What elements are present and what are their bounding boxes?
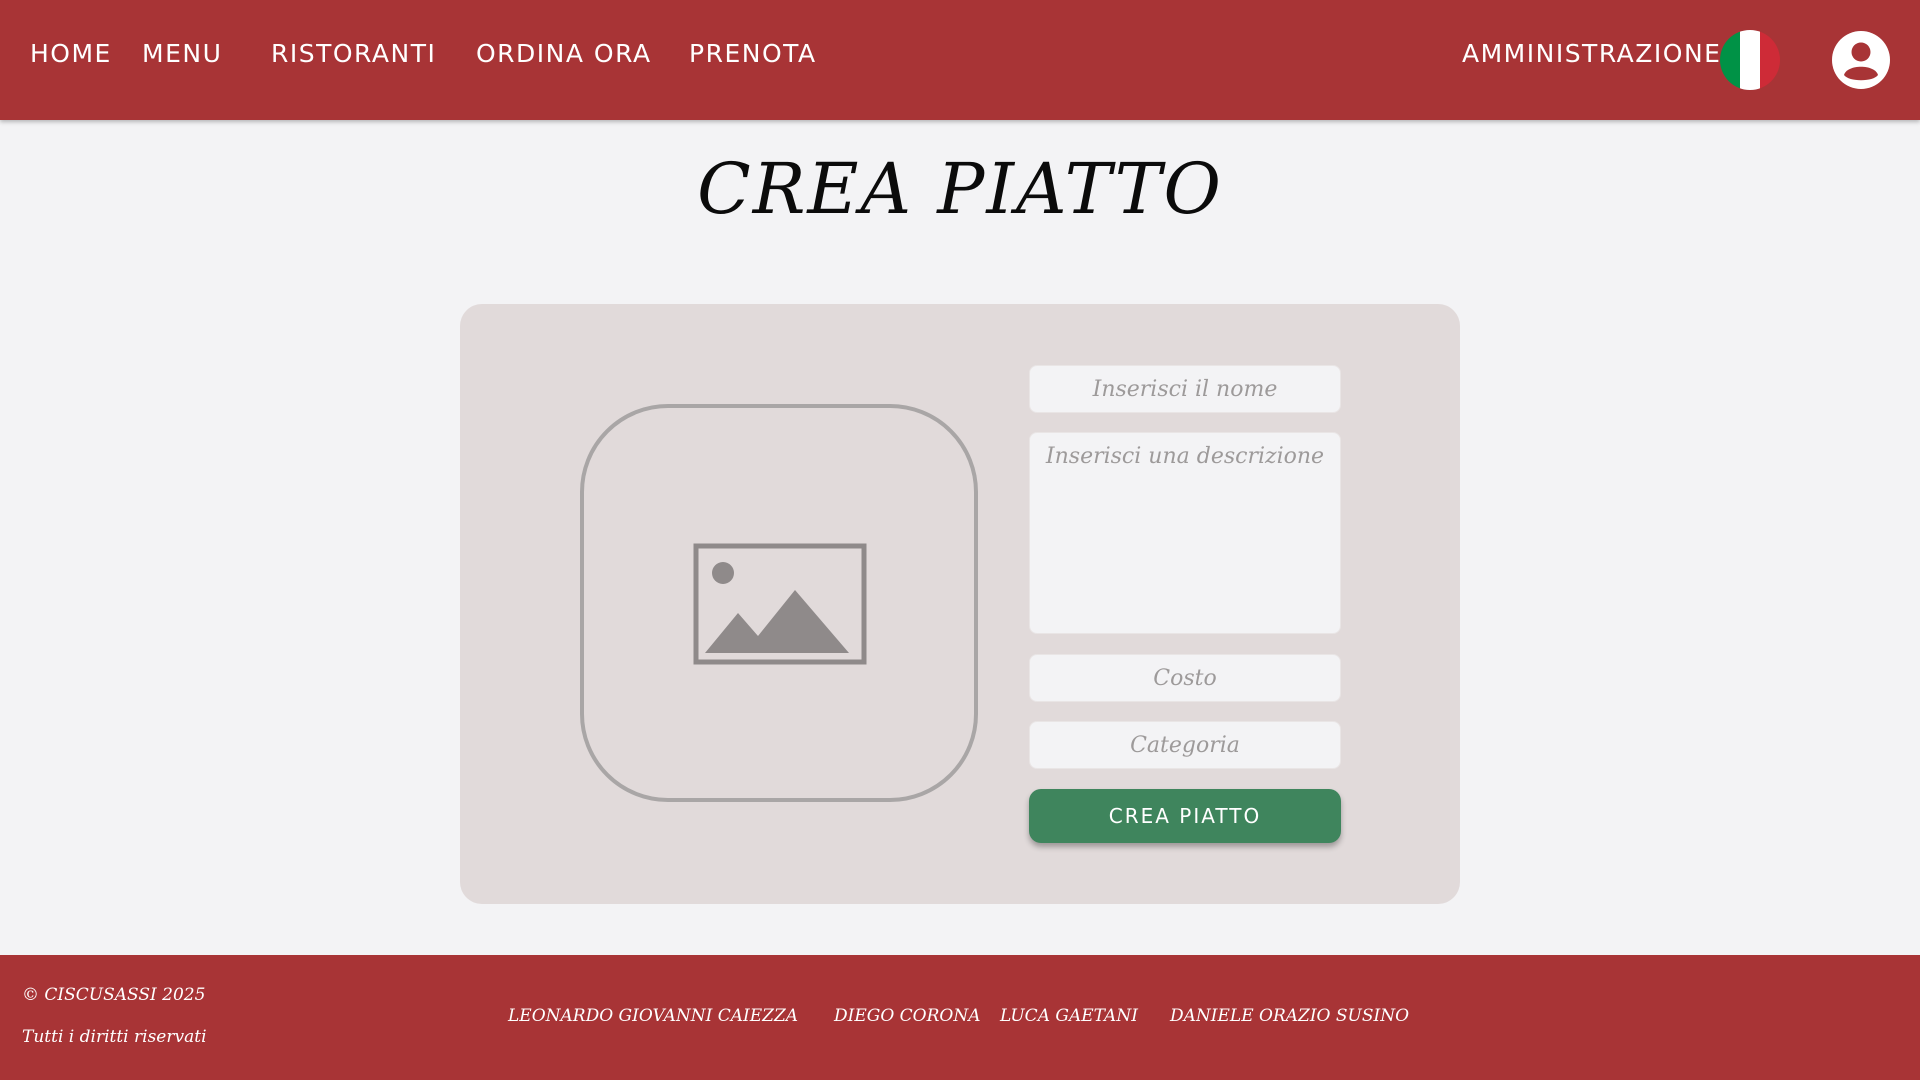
- nav-amministrazione-link[interactable]: AMMINISTRAZIONE: [1462, 39, 1721, 68]
- footer-author: LUCA GAETANI: [1000, 1006, 1138, 1026]
- footer-author: DIEGO CORONA: [834, 1006, 981, 1026]
- flag-green-stripe: [1720, 30, 1740, 90]
- footer-copyright: © CISCUSASSI 2025: [22, 985, 206, 1005]
- nav-ristoranti-link[interactable]: RISTORANTI: [271, 39, 436, 68]
- top-navigation-bar: HOME MENU RISTORANTI ORDINA ORA PRENOTA …: [0, 0, 1920, 120]
- nav-ordina-ora-link[interactable]: ORDINA ORA: [476, 39, 652, 68]
- footer: © CISCUSASSI 2025 Tutti i diritti riserv…: [0, 955, 1920, 1080]
- nav-menu-link[interactable]: MENU: [142, 39, 222, 68]
- dish-description-input[interactable]: [1029, 432, 1341, 634]
- nav-prenota-link[interactable]: PRENOTA: [689, 39, 817, 68]
- flag-white-stripe: [1740, 30, 1760, 90]
- footer-rights: Tutti i diritti riservati: [22, 1027, 207, 1047]
- create-dish-button[interactable]: CREA PIATTO: [1029, 789, 1341, 843]
- italy-flag-icon[interactable]: [1720, 30, 1780, 90]
- flag-red-stripe: [1760, 30, 1780, 90]
- footer-author: DANIELE ORAZIO SUSINO: [1170, 1006, 1410, 1026]
- image-placeholder-icon: [693, 543, 867, 665]
- user-account-icon[interactable]: [1831, 30, 1891, 90]
- dish-name-input[interactable]: [1029, 365, 1341, 413]
- nav-home-link[interactable]: HOME: [30, 39, 112, 68]
- dish-cost-input[interactable]: [1029, 654, 1341, 702]
- dish-category-input[interactable]: [1029, 721, 1341, 769]
- page-title: CREA PIATTO: [697, 148, 1223, 230]
- footer-author: LEONARDO GIOVANNI CAIEZZA: [508, 1006, 799, 1026]
